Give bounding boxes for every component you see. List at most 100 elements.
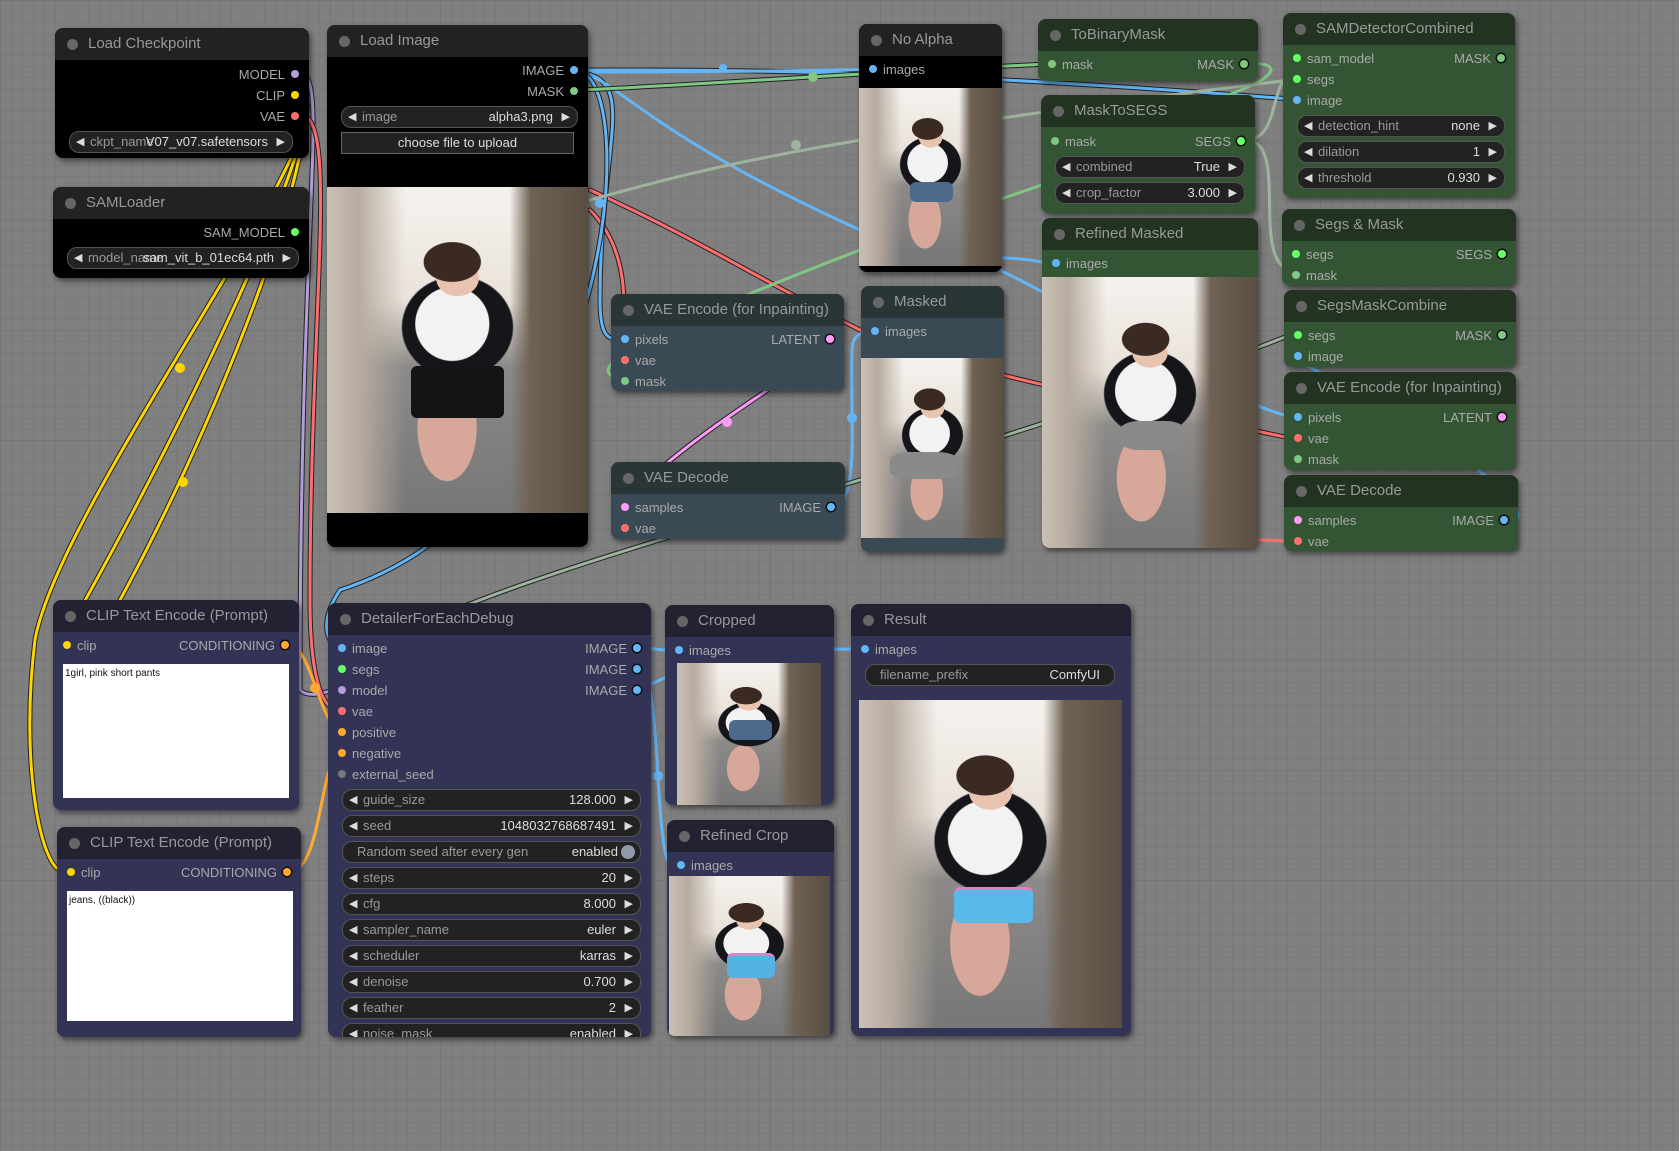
- node-title[interactable]: CLIP Text Encode (Prompt): [57, 827, 301, 859]
- arrow-right-icon[interactable]: ▶: [1489, 116, 1497, 136]
- input-slot-images[interactable]: images: [1052, 253, 1108, 274]
- arrow-left-icon[interactable]: ◀: [76, 132, 84, 152]
- input-slot-model[interactable]: model: [338, 680, 387, 701]
- collapse-dot-icon[interactable]: [69, 838, 80, 849]
- node-title[interactable]: MaskToSEGS: [1041, 95, 1255, 127]
- input-slot-negative[interactable]: negative: [338, 743, 401, 764]
- output-slot-image[interactable]: IMAGE: [779, 497, 835, 518]
- node-title[interactable]: SAMLoader: [53, 187, 309, 219]
- output-slot-latent[interactable]: LATENT: [771, 329, 834, 350]
- widget-filename-prefix[interactable]: filename_prefix ComfyUI: [865, 664, 1115, 686]
- arrow-left-icon[interactable]: ◀: [349, 1024, 357, 1037]
- input-slot-vae[interactable]: vae: [1294, 428, 1329, 449]
- arrow-left-icon[interactable]: ◀: [349, 816, 357, 836]
- widget-denoise[interactable]: ◀ denoise 0.700 ▶: [342, 971, 641, 993]
- output-slot-conditioning[interactable]: CONDITIONING: [179, 635, 289, 656]
- node-cropped[interactable]: Cropped images: [665, 605, 834, 805]
- node-title[interactable]: VAE Encode (for Inpainting): [611, 294, 844, 326]
- output-slot-mask[interactable]: MASK: [527, 81, 578, 102]
- arrow-left-icon[interactable]: ◀: [349, 920, 357, 940]
- output-slot-vae[interactable]: VAE: [260, 106, 299, 127]
- input-slot-clip[interactable]: clip: [67, 862, 101, 883]
- input-slot-segs[interactable]: segs: [338, 659, 379, 680]
- output-slot-mask[interactable]: MASK: [1455, 325, 1506, 346]
- input-slot-positive[interactable]: positive: [338, 722, 396, 743]
- input-slot-mask[interactable]: mask: [1048, 54, 1093, 75]
- widget-sampler-name[interactable]: ◀ sampler_name euler ▶: [342, 919, 641, 941]
- arrow-left-icon[interactable]: ◀: [349, 946, 357, 966]
- output-slot-sam-model[interactable]: SAM_MODEL: [203, 222, 299, 243]
- arrow-right-icon[interactable]: ▶: [625, 816, 633, 836]
- output-slot-image-2[interactable]: IMAGE: [585, 659, 641, 680]
- widget-detection-hint[interactable]: ◀ detection_hint none ▶: [1297, 115, 1505, 137]
- widget-cfg[interactable]: ◀ cfg 8.000 ▶: [342, 893, 641, 915]
- output-slot-mask[interactable]: MASK: [1197, 54, 1248, 75]
- arrow-right-icon[interactable]: ▶: [1229, 157, 1237, 177]
- input-slot-mask[interactable]: mask: [1294, 449, 1339, 470]
- collapse-dot-icon[interactable]: [339, 36, 350, 47]
- arrow-left-icon[interactable]: ◀: [1304, 116, 1312, 136]
- node-result[interactable]: Result images filename_prefix ComfyUI: [851, 604, 1131, 1036]
- collapse-dot-icon[interactable]: [340, 614, 351, 625]
- input-slot-segs[interactable]: segs: [1292, 244, 1333, 265]
- arrow-right-icon[interactable]: ▶: [625, 894, 633, 914]
- collapse-dot-icon[interactable]: [67, 39, 78, 50]
- node-title[interactable]: VAE Encode (for Inpainting): [1284, 372, 1516, 404]
- node-title[interactable]: VAE Decode: [1284, 475, 1518, 507]
- collapse-dot-icon[interactable]: [1296, 486, 1307, 497]
- arrow-right-icon[interactable]: ▶: [625, 920, 633, 940]
- node-sam-detector-combined[interactable]: SAMDetectorCombined sam_model MASK segs …: [1283, 13, 1515, 197]
- node-title[interactable]: DetailerForEachDebug: [328, 603, 651, 635]
- node-no-alpha[interactable]: No Alpha images: [859, 24, 1002, 272]
- upload-button[interactable]: choose file to upload: [341, 132, 574, 154]
- collapse-dot-icon[interactable]: [873, 297, 884, 308]
- node-title[interactable]: SegsMaskCombine: [1284, 290, 1516, 322]
- widget-combined[interactable]: ◀ combined True ▶: [1055, 156, 1245, 178]
- collapse-dot-icon[interactable]: [623, 305, 634, 316]
- node-title[interactable]: No Alpha: [859, 24, 1002, 56]
- collapse-dot-icon[interactable]: [1054, 229, 1065, 240]
- node-to-binary-mask[interactable]: ToBinaryMask mask MASK: [1038, 19, 1258, 81]
- widget-threshold[interactable]: ◀ threshold 0.930 ▶: [1297, 167, 1505, 189]
- node-mask-to-segs[interactable]: MaskToSEGS mask SEGS ◀ combined True ▶ ◀ cro…: [1041, 95, 1255, 213]
- arrow-left-icon[interactable]: ◀: [349, 790, 357, 810]
- node-title[interactable]: ToBinaryMask: [1038, 19, 1258, 51]
- collapse-dot-icon[interactable]: [863, 615, 874, 626]
- widget-feather[interactable]: ◀ feather 2 ▶: [342, 997, 641, 1019]
- node-segs-mask-combine[interactable]: SegsMaskCombine segs MASK image: [1284, 290, 1516, 367]
- node-load-image[interactable]: Load Image IMAGE MASK ◀ image alpha3.png…: [327, 25, 588, 547]
- arrow-right-icon[interactable]: ▶: [625, 998, 633, 1018]
- input-slot-vae[interactable]: vae: [1294, 531, 1329, 551]
- output-slot-segs[interactable]: SEGS: [1195, 131, 1245, 152]
- input-slot-external-seed[interactable]: external_seed: [338, 764, 434, 785]
- widget-ckpt-name[interactable]: ◀ ckpt_name V07_v07.safetensors ▶: [69, 131, 293, 153]
- input-slot-pixels[interactable]: pixels: [1294, 407, 1341, 428]
- arrow-right-icon[interactable]: ▶: [625, 1024, 633, 1037]
- node-clip-text-encode-negative[interactable]: CLIP Text Encode (Prompt) clip CONDITION…: [57, 827, 301, 1037]
- collapse-dot-icon[interactable]: [679, 831, 690, 842]
- node-refined-masked[interactable]: Refined Masked images: [1042, 218, 1258, 548]
- input-slot-image[interactable]: image: [1294, 346, 1343, 367]
- collapse-dot-icon[interactable]: [871, 35, 882, 46]
- toggle-random-seed[interactable]: Random seed after every gen enabled: [342, 841, 641, 863]
- collapse-dot-icon[interactable]: [1296, 301, 1307, 312]
- widget-dilation[interactable]: ◀ dilation 1 ▶: [1297, 141, 1505, 163]
- node-vae-decode-right[interactable]: VAE Decode samples IMAGE vae: [1284, 475, 1518, 551]
- node-vae-decode-mid[interactable]: VAE Decode samples IMAGE vae: [611, 462, 845, 539]
- node-title[interactable]: Masked: [861, 286, 1004, 318]
- input-slot-images[interactable]: images: [869, 59, 925, 80]
- arrow-left-icon[interactable]: ◀: [1304, 168, 1312, 188]
- arrow-left-icon[interactable]: ◀: [1062, 157, 1070, 177]
- output-slot-image-3[interactable]: IMAGE: [585, 680, 641, 701]
- arrow-left-icon[interactable]: ◀: [349, 998, 357, 1018]
- arrow-left-icon[interactable]: ◀: [1304, 142, 1312, 162]
- output-slot-model[interactable]: MODEL: [239, 64, 299, 85]
- input-slot-image[interactable]: image: [1293, 90, 1342, 111]
- output-slot-clip[interactable]: CLIP: [256, 85, 299, 106]
- output-slot-segs[interactable]: SEGS: [1456, 244, 1506, 265]
- widget-guide-size[interactable]: ◀ guide_size 128.000 ▶: [342, 789, 641, 811]
- node-title[interactable]: Load Image: [327, 25, 588, 57]
- output-slot-image[interactable]: IMAGE: [1452, 510, 1508, 531]
- node-title[interactable]: CLIP Text Encode (Prompt): [53, 600, 299, 632]
- input-slot-images[interactable]: images: [677, 855, 733, 876]
